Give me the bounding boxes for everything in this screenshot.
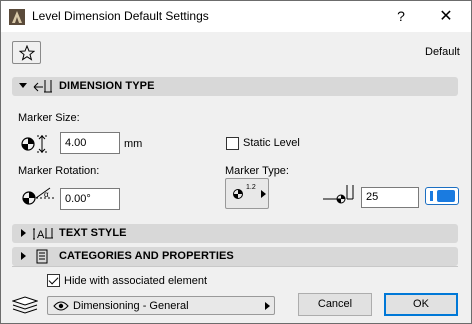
- layer-dropdown[interactable]: Dimensioning - General: [47, 296, 275, 315]
- pen-number-input[interactable]: 25: [361, 187, 419, 208]
- eye-icon: [53, 301, 69, 311]
- default-label: Default: [425, 46, 460, 58]
- marker-rotation-icon: α: [22, 187, 54, 205]
- cancel-button[interactable]: Cancel: [298, 293, 372, 316]
- static-level-label: Static Level: [243, 137, 300, 149]
- svg-text:α: α: [44, 190, 49, 199]
- chevron-right-icon: [265, 302, 270, 310]
- divider: [12, 266, 458, 267]
- static-level-checkbox[interactable]: [226, 137, 239, 150]
- hide-with-element-checkbox[interactable]: [47, 274, 60, 287]
- layer-value: Dimensioning - General: [73, 300, 189, 312]
- level-dimension-icon: [33, 80, 52, 93]
- expand-arrow-icon: [21, 229, 26, 237]
- marker-rotation-label: Marker Rotation:: [18, 165, 100, 177]
- marker-glyph-icon: [233, 189, 243, 199]
- marker-rotation-input[interactable]: 0.00°: [60, 188, 120, 210]
- expand-arrow-icon: [21, 252, 26, 260]
- section-title: CATEGORIES AND PROPERTIES: [59, 250, 234, 262]
- help-button[interactable]: ?: [381, 1, 421, 32]
- hide-with-element-label: Hide with associated element: [64, 275, 208, 287]
- marker-type-label: Marker Type:: [225, 165, 289, 177]
- collapse-arrow-icon: [19, 83, 27, 88]
- marker-size-icon: [21, 135, 47, 153]
- chevron-right-icon: [261, 190, 266, 198]
- text-style-icon: A: [33, 228, 53, 241]
- marker-size-unit: mm: [124, 138, 143, 150]
- section-categories[interactable]: CATEGORIES AND PROPERTIES: [12, 247, 458, 266]
- favorites-button[interactable]: [12, 41, 41, 64]
- section-dimension-type[interactable]: DIMENSION TYPE: [12, 77, 458, 96]
- title-bar: Level Dimension Default Settings ? ✕: [1, 1, 471, 32]
- pen-weight-bar: [430, 191, 433, 201]
- pen-color-swatch[interactable]: [425, 187, 459, 205]
- marker-size-input[interactable]: 4.00: [60, 132, 120, 154]
- section-text-style[interactable]: A TEXT STYLE: [12, 224, 458, 243]
- pen-color-block: [437, 190, 455, 202]
- document-icon: [36, 249, 48, 264]
- window-title: Level Dimension Default Settings: [32, 9, 209, 23]
- dialog-window: Level Dimension Default Settings ? ✕ Def…: [0, 0, 472, 324]
- app-icon: [9, 9, 25, 25]
- marker-type-glyph: 1.2: [246, 184, 256, 191]
- star-icon: [19, 45, 35, 61]
- section-title: TEXT STYLE: [59, 227, 127, 239]
- section-title: DIMENSION TYPE: [59, 80, 155, 92]
- marker-size-label: Marker Size:: [18, 112, 80, 124]
- close-button[interactable]: ✕: [421, 1, 471, 32]
- pen-level-icon: [323, 185, 354, 204]
- layers-icon: [12, 296, 38, 314]
- marker-type-button[interactable]: 1.2: [225, 178, 269, 209]
- svg-text:A: A: [37, 229, 45, 241]
- ok-button[interactable]: OK: [384, 293, 458, 316]
